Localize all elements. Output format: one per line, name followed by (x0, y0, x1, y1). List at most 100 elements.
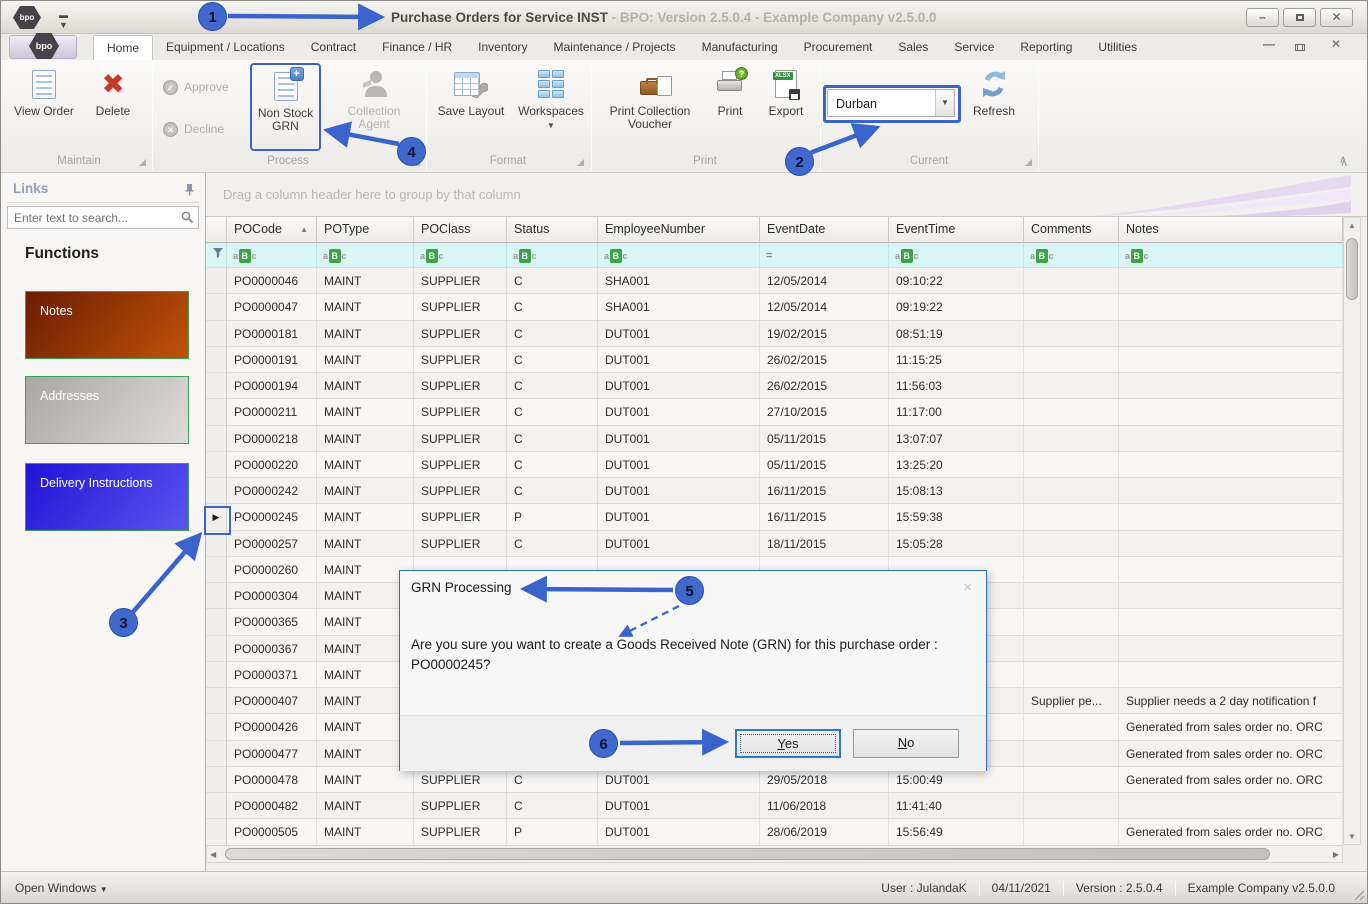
tab-equipment-locations[interactable]: Equipment / Locations (153, 35, 298, 60)
filter-cell-notes[interactable]: aBc (1119, 243, 1343, 268)
tab-contract[interactable]: Contract (298, 35, 369, 60)
decline-button[interactable]: ✕ Decline (163, 120, 224, 138)
tab-service[interactable]: Service (941, 35, 1007, 60)
non-stock-grn-button[interactable]: + Non Stock GRN (250, 63, 321, 151)
column-header-poclass[interactable]: POClass (414, 217, 507, 243)
approve-button[interactable]: ✓ Approve (163, 78, 229, 96)
table-row[interactable]: PO0000505MAINTSUPPLIERPDUT00128/06/20191… (206, 819, 1343, 845)
filter-cell-comments[interactable]: aBc (1024, 243, 1119, 268)
row-selector[interactable] (206, 426, 227, 452)
tab-procurement[interactable]: Procurement (791, 35, 886, 60)
function-button-notes[interactable]: Notes (25, 291, 189, 359)
tab-inventory[interactable]: Inventory (465, 35, 540, 60)
row-selector[interactable] (206, 347, 227, 373)
child-close-icon[interactable]: ✕ (1331, 37, 1341, 51)
group-by-panel[interactable]: Drag a column header here to group by th… (206, 173, 1368, 217)
current-dialog-launcher-icon[interactable] (1025, 159, 1032, 166)
column-header-status[interactable]: Status (507, 217, 598, 243)
tab-maintenance-projects[interactable]: Maintenance / Projects (541, 35, 689, 60)
table-row[interactable]: PO0000046MAINTSUPPLIERCSHA00112/05/20140… (206, 268, 1343, 294)
vertical-scrollbar[interactable]: ▲ ▼ (1343, 217, 1361, 845)
tab-home[interactable]: Home (93, 35, 153, 60)
row-selector[interactable] (206, 714, 227, 740)
column-header-comments[interactable]: Comments (1024, 217, 1119, 243)
row-selector[interactable] (206, 636, 227, 662)
open-windows-button[interactable]: Open Windows ▼ (15, 872, 108, 904)
scroll-right-icon[interactable]: ▶ (1333, 850, 1339, 859)
table-row[interactable]: PO0000181MAINTSUPPLIERCDUT00119/02/20150… (206, 321, 1343, 347)
horizontal-scrollbar-thumb[interactable] (225, 848, 1270, 860)
column-header-pocode[interactable]: POCode▲ (227, 217, 317, 243)
app-menu-button[interactable]: bpo (9, 35, 77, 59)
pin-icon[interactable] (184, 183, 195, 196)
dialog-close-icon[interactable]: × (963, 579, 972, 596)
maintain-dialog-launcher-icon[interactable] (139, 159, 146, 166)
vertical-scrollbar-thumb[interactable] (1346, 238, 1358, 300)
row-selector[interactable] (206, 688, 227, 714)
filter-cell-eventdate[interactable]: = (760, 243, 889, 268)
save-layout-button[interactable]: Save Layout (433, 63, 509, 153)
table-row[interactable]: PO0000191MAINTSUPPLIERCDUT00126/02/20151… (206, 347, 1343, 373)
table-row[interactable]: PO0000218MAINTSUPPLIERCDUT00105/11/20151… (206, 426, 1343, 452)
filter-cell-potype[interactable]: aBc (317, 243, 414, 268)
resize-grip-icon[interactable] (1351, 887, 1365, 901)
view-order-button[interactable]: View Order (11, 63, 77, 153)
search-icon[interactable] (180, 210, 194, 224)
tab-utilities[interactable]: Utilities (1085, 35, 1150, 60)
row-selector[interactable] (206, 321, 227, 347)
row-selector[interactable] (206, 609, 227, 635)
combobox-dropdown-icon[interactable]: ▼ (935, 90, 954, 116)
minimize-button[interactable]: – (1246, 8, 1279, 27)
branch-selector-combobox[interactable]: Durban ▼ (827, 89, 955, 117)
filter-cell-employeenumber[interactable]: aBc (598, 243, 760, 268)
row-selector[interactable] (206, 399, 227, 425)
print-button[interactable]: ? Print (705, 63, 755, 153)
function-button-addresses[interactable]: Addresses (25, 376, 189, 444)
row-selector[interactable] (206, 294, 227, 320)
table-row[interactable]: PO0000047MAINTSUPPLIERCSHA00112/05/20140… (206, 294, 1343, 320)
table-row[interactable]: PO0000220MAINTSUPPLIERCDUT00105/11/20151… (206, 452, 1343, 478)
search-input[interactable] (12, 208, 172, 227)
row-selector[interactable] (206, 741, 227, 767)
row-selector[interactable] (206, 373, 227, 399)
row-selector[interactable] (206, 557, 227, 583)
row-selector[interactable] (206, 478, 227, 504)
maximize-button[interactable] (1283, 8, 1316, 27)
quick-access-dropdown-icon[interactable]: ▬▼ (59, 10, 68, 30)
row-selector[interactable] (206, 793, 227, 819)
tab-reporting[interactable]: Reporting (1007, 35, 1085, 60)
tab-sales[interactable]: Sales (885, 35, 941, 60)
row-selector[interactable] (206, 268, 227, 294)
filter-cell-poclass[interactable]: aBc (414, 243, 507, 268)
format-dialog-launcher-icon[interactable] (577, 159, 584, 166)
filter-cell-eventtime[interactable]: aBc (889, 243, 1024, 268)
column-header-eventdate[interactable]: EventDate (760, 217, 889, 243)
horizontal-scrollbar[interactable]: ◀ ▶ (206, 845, 1343, 863)
column-header-potype[interactable]: POType (317, 217, 414, 243)
no-button[interactable]: No (853, 729, 959, 758)
scroll-down-icon[interactable]: ▼ (1344, 832, 1360, 841)
print-collection-voucher-button[interactable]: Print Collection Voucher (599, 63, 701, 153)
row-selector[interactable] (206, 452, 227, 478)
table-row[interactable]: PO0000257MAINTSUPPLIERCDUT00118/11/20151… (206, 531, 1343, 557)
tab-manufacturing[interactable]: Manufacturing (689, 35, 791, 60)
column-header-employeenumber[interactable]: EmployeeNumber (598, 217, 760, 243)
column-header-eventtime[interactable]: EventTime (889, 217, 1024, 243)
row-selector[interactable] (206, 583, 227, 609)
function-button-delivery-instructions[interactable]: Delivery Instructions (25, 463, 189, 531)
row-selector[interactable] (206, 819, 227, 845)
child-restore-icon[interactable] (1295, 40, 1305, 54)
close-button[interactable]: ✕ (1320, 8, 1353, 27)
row-selector[interactable] (206, 767, 227, 793)
scroll-left-icon[interactable]: ◀ (210, 850, 216, 859)
filter-cell-status[interactable]: aBc (507, 243, 598, 268)
export-button[interactable]: XLSX Export (758, 63, 814, 153)
column-header-notes[interactable]: Notes (1119, 217, 1343, 243)
tab-finance-hr[interactable]: Finance / HR (369, 35, 465, 60)
table-row[interactable]: PO0000242MAINTSUPPLIERCDUT00116/11/20151… (206, 478, 1343, 504)
child-minimize-icon[interactable]: — (1263, 37, 1275, 51)
yes-button[interactable]: Yes (735, 729, 841, 758)
row-selector[interactable] (206, 662, 227, 688)
table-row[interactable]: PO0000482MAINTSUPPLIERCDUT00111/06/20181… (206, 793, 1343, 819)
workspaces-button[interactable]: Workspaces ▼ (515, 63, 587, 153)
